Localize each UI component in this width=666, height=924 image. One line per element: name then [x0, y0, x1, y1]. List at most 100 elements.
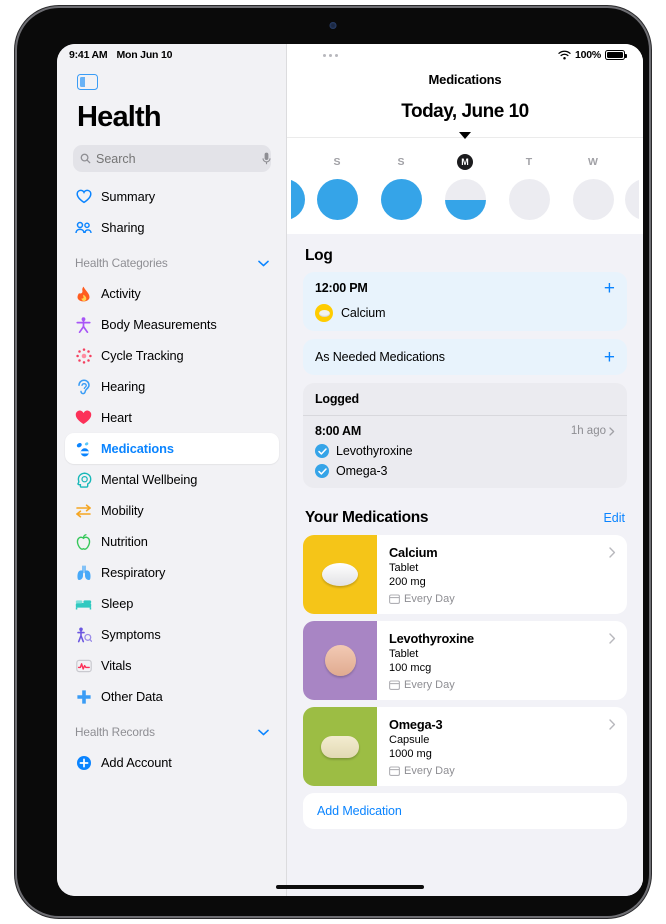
sidebar-item-vitals[interactable]: Vitals	[65, 650, 279, 681]
day-column-tuesday[interactable]: T	[497, 154, 561, 220]
day-strip[interactable]: S S M T W	[287, 154, 643, 220]
medication-thumbnail	[303, 535, 377, 614]
medication-thumbnail	[303, 707, 377, 786]
day-column-saturday[interactable]: S	[305, 154, 369, 220]
battery-percent: 100%	[574, 49, 601, 61]
cycle-icon	[75, 347, 92, 364]
sidebar-item-hearing[interactable]: Hearing	[65, 371, 279, 402]
logged-ago-text: 1h ago	[570, 425, 606, 437]
sidebar-item-nutrition[interactable]: Nutrition	[65, 526, 279, 557]
health-categories-header[interactable]: Health Categories	[65, 248, 279, 278]
medication-name: Calcium	[389, 545, 438, 560]
day-dot[interactable]	[316, 179, 358, 220]
day-dot[interactable]	[291, 179, 305, 220]
sidebar-item-other-data[interactable]: Other Data	[65, 681, 279, 712]
search-icon	[80, 153, 91, 164]
tablet-pill-icon	[322, 563, 358, 586]
sidebar-item-label: Sleep	[101, 596, 134, 611]
log-scheduled-card[interactable]: 12:00 PM + Calcium	[303, 272, 627, 331]
pills-icon	[75, 440, 92, 457]
day-dot[interactable]	[380, 179, 422, 220]
day-column-monday-today[interactable]: M	[433, 154, 497, 220]
medication-form: Tablet	[389, 562, 419, 574]
medication-thumbnail	[303, 621, 377, 700]
day-dot[interactable]	[444, 179, 486, 220]
sidebar-item-respiratory[interactable]: Respiratory	[65, 557, 279, 588]
day-dot[interactable]	[508, 179, 550, 220]
screen: 9:41 AM Mon Jun 10 Health Search Summary…	[57, 44, 643, 896]
chevron-down-icon[interactable]	[258, 729, 269, 736]
logged-card[interactable]: Logged 8:00 AM 1h ago Levothyroxine Omeg…	[303, 383, 627, 488]
medication-row-omega-3[interactable]: Omega-3 Capsule 1000 mg Every Day	[303, 707, 627, 786]
sidebar-item-label: Mobility	[101, 503, 144, 518]
day-dot[interactable]	[572, 179, 614, 220]
head-icon	[75, 471, 92, 488]
body-icon	[75, 316, 92, 333]
sidebar-item-mobility[interactable]: Mobility	[65, 495, 279, 526]
logged-item-label: Levothyroxine	[336, 444, 413, 458]
medication-frequency-text: Every Day	[404, 679, 455, 691]
section-label: Health Records	[75, 725, 155, 739]
apple-icon	[75, 533, 92, 550]
more-dots-icon[interactable]	[323, 53, 338, 57]
sidebar-item-cycle-tracking[interactable]: Cycle Tracking	[65, 340, 279, 371]
sidebar-item-medications[interactable]: Medications	[65, 433, 279, 464]
medication-row-levothyroxine[interactable]: Levothyroxine Tablet 100 mcg Every Day	[303, 621, 627, 700]
page-title: Health	[77, 101, 162, 133]
round-pill-icon	[324, 645, 356, 676]
date-title[interactable]: Today, June 10	[287, 87, 643, 137]
sidebar-item-summary[interactable]: Summary	[65, 181, 279, 212]
logged-item[interactable]: Levothyroxine	[315, 444, 615, 458]
day-column-edge-left[interactable]	[291, 154, 305, 220]
sidebar-item-label: Add Account	[101, 755, 172, 770]
sidebar-item-heart[interactable]: Heart	[65, 402, 279, 433]
add-medication-button[interactable]: Add Medication	[303, 793, 627, 829]
logged-item-label: Omega-3	[336, 464, 388, 478]
sidebar-toggle-icon[interactable]	[77, 74, 98, 90]
main-header: 100% Medications Today, June 10	[287, 44, 643, 137]
medication-details: Omega-3 Capsule 1000 mg Every Day	[377, 707, 627, 786]
logged-ago[interactable]: 1h ago	[571, 425, 615, 437]
main-content: Log 12:00 PM + Calcium As Needed Medicat…	[287, 234, 643, 896]
log-time: 12:00 PM	[315, 281, 368, 295]
day-column-wednesday[interactable]: W	[561, 154, 625, 220]
day-column-edge-right[interactable]	[625, 154, 639, 220]
medication-form: Capsule	[389, 734, 430, 746]
add-log-button[interactable]: +	[604, 279, 615, 298]
bed-icon	[75, 595, 92, 612]
medications-list: Calcium Tablet 200 mg Every Day Levothyr…	[303, 535, 627, 829]
section-label: Health Categories	[75, 256, 168, 270]
main-panel: 100% Medications Today, June 10 S S M T …	[287, 44, 643, 896]
check-icon	[315, 464, 329, 478]
sidebar-item-label: Sharing	[101, 220, 145, 235]
your-medications-header: Your Medications Edit	[287, 496, 643, 535]
logged-item[interactable]: Omega-3	[315, 464, 615, 478]
sidebar-item-sleep[interactable]: Sleep	[65, 588, 279, 619]
sidebar-item-sharing[interactable]: Sharing	[65, 212, 279, 243]
home-indicator[interactable]	[276, 885, 424, 889]
sidebar-nav: Summary Sharing Health Categories Activi…	[57, 172, 287, 896]
medication-row-calcium[interactable]: Calcium Tablet 200 mg Every Day	[303, 535, 627, 614]
logged-time-row[interactable]: 8:00 AM 1h ago	[315, 424, 615, 438]
search-bar[interactable]	[73, 145, 271, 172]
edit-button[interactable]: Edit	[603, 511, 625, 525]
medication-frequency-text: Every Day	[404, 593, 455, 605]
as-needed-card[interactable]: As Needed Medications +	[303, 339, 627, 375]
sidebar-item-body-measurements[interactable]: Body Measurements	[65, 309, 279, 340]
health-records-header[interactable]: Health Records	[65, 717, 279, 747]
microphone-icon[interactable]	[262, 152, 271, 165]
caret-icon	[459, 132, 471, 139]
sidebar-item-mental-wellbeing[interactable]: Mental Wellbeing	[65, 464, 279, 495]
log-medication-row[interactable]: Calcium	[315, 304, 615, 322]
day-dot[interactable]	[625, 179, 639, 220]
sidebar-item-activity[interactable]: Activity	[65, 278, 279, 309]
day-column-sunday[interactable]: S	[369, 154, 433, 220]
sidebar-item-add-account[interactable]: Add Account	[65, 747, 279, 778]
calendar-icon	[389, 766, 400, 776]
logged-body: 8:00 AM 1h ago Levothyroxine Omega-3	[303, 416, 627, 488]
medication-frequency: Every Day	[389, 679, 615, 691]
sidebar-item-symptoms[interactable]: Symptoms	[65, 619, 279, 650]
search-input[interactable]	[96, 151, 257, 166]
add-as-needed-button[interactable]: +	[604, 348, 615, 367]
chevron-down-icon[interactable]	[258, 260, 269, 267]
